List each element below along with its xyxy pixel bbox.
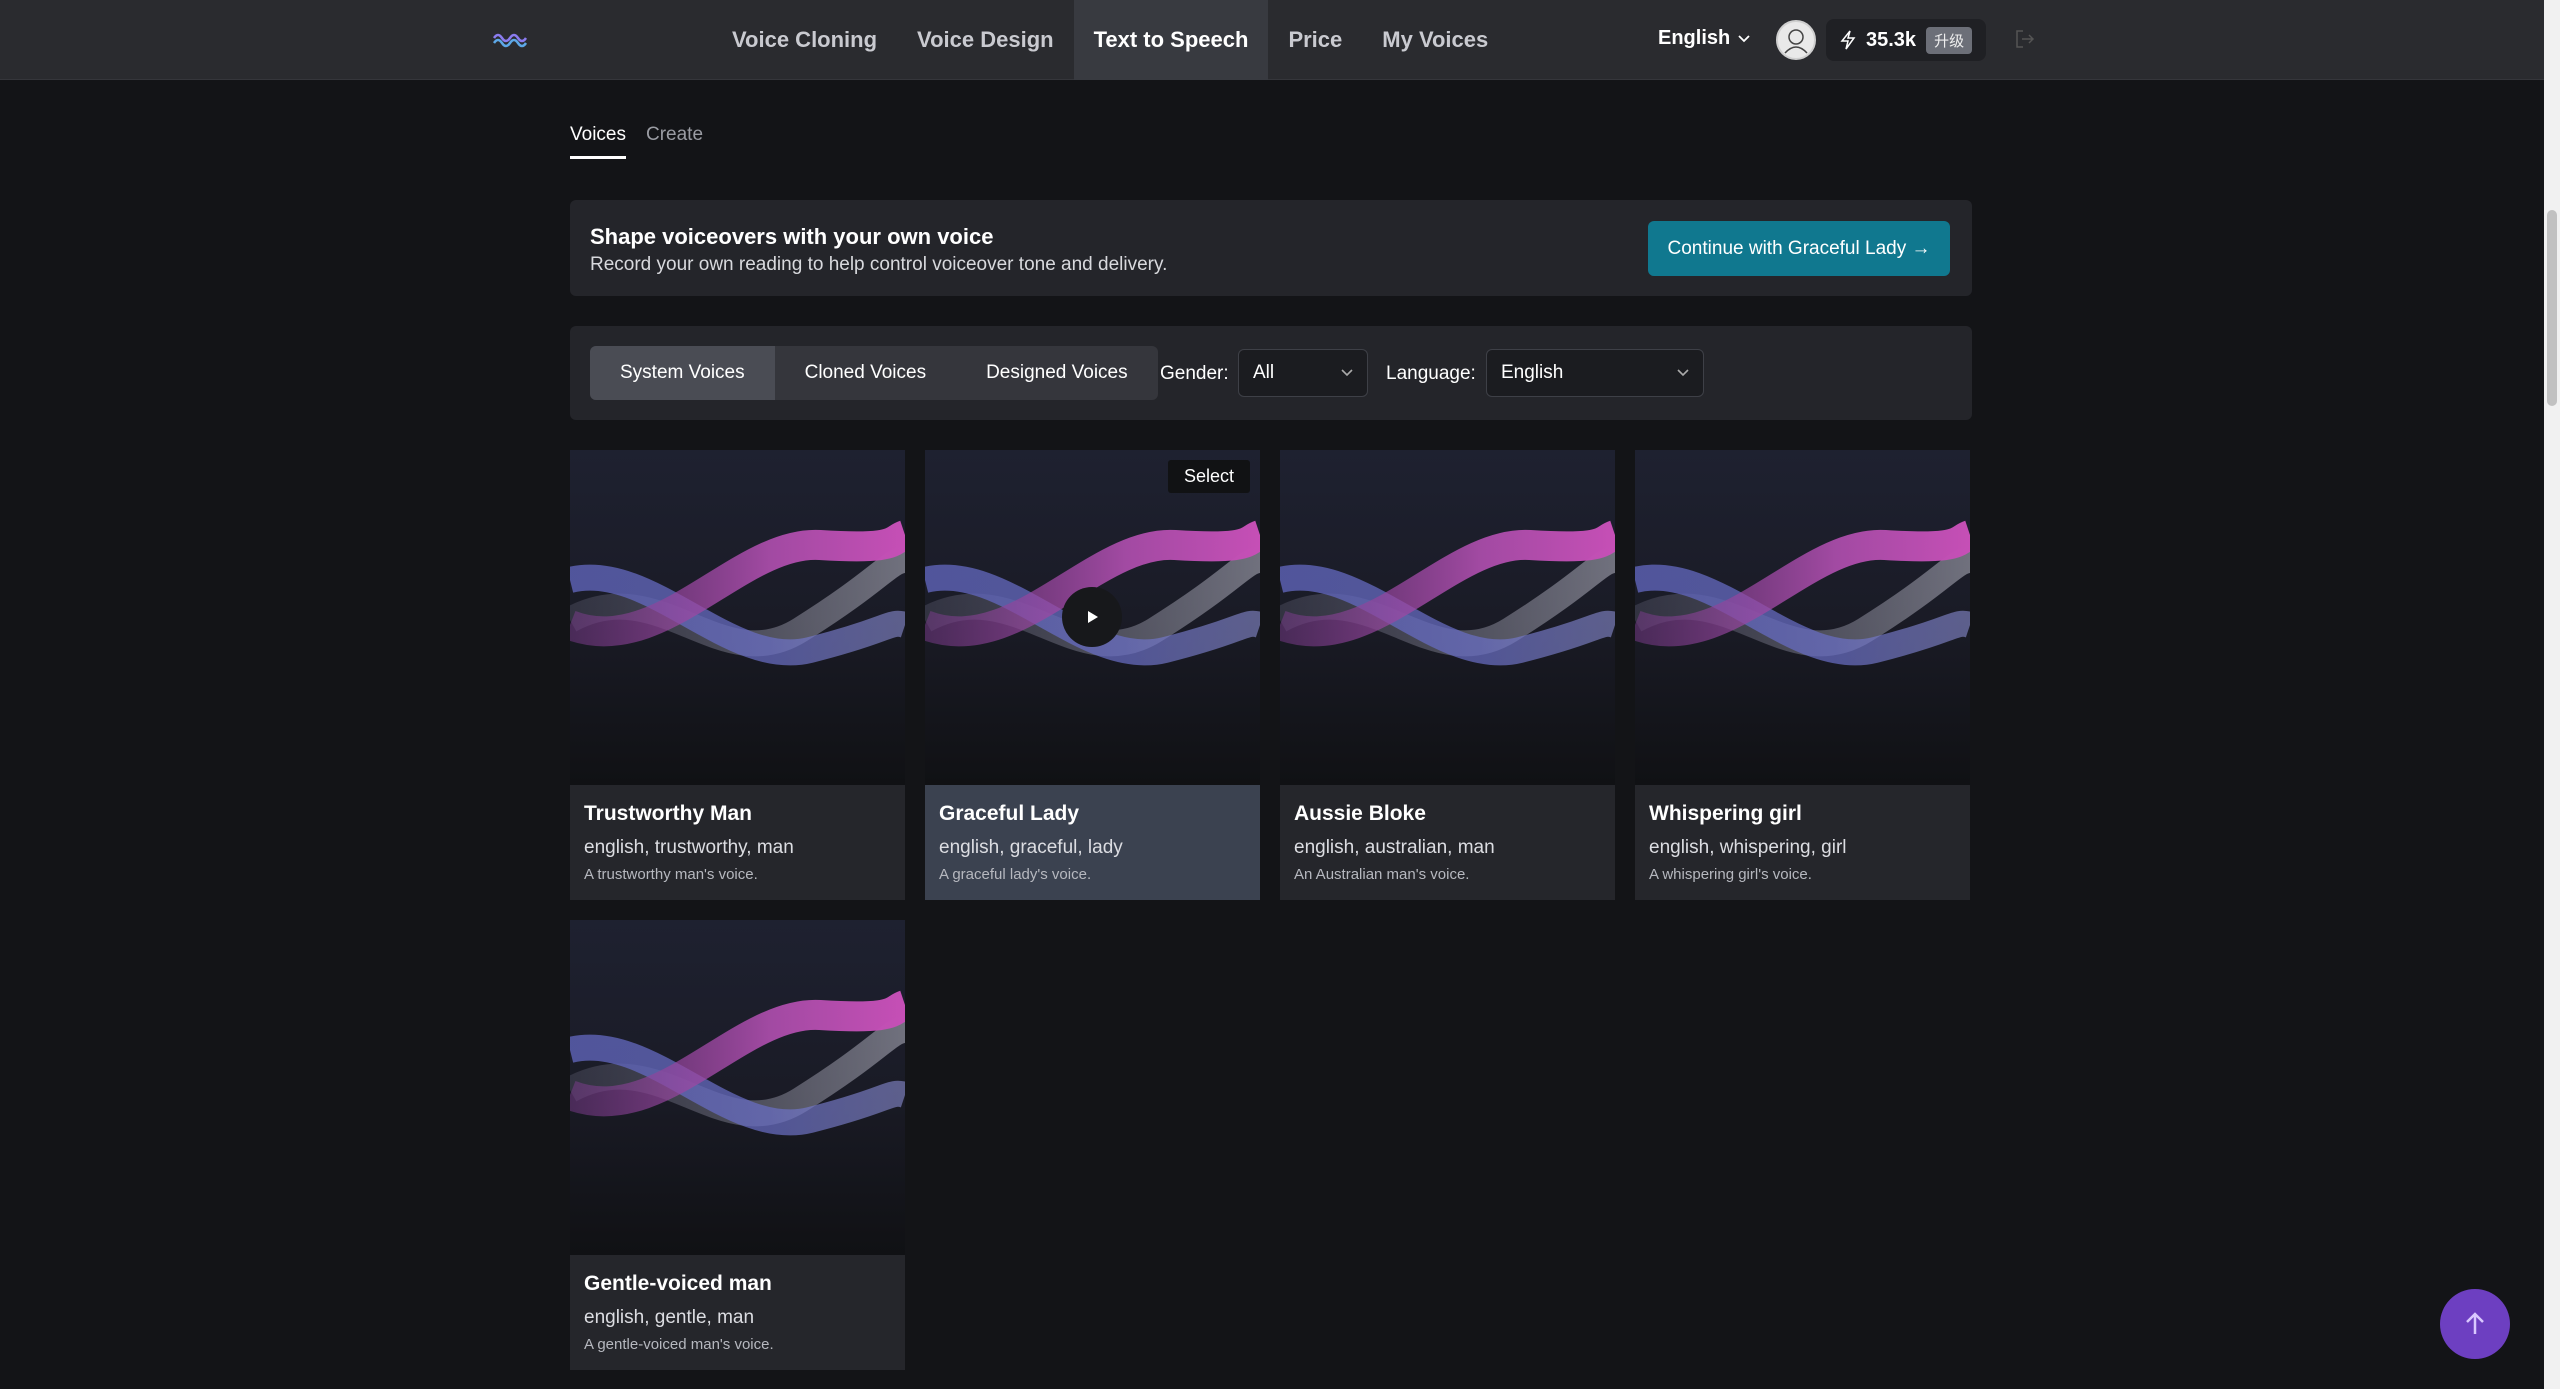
logout-icon[interactable]	[2014, 28, 2036, 50]
play-icon	[1088, 611, 1098, 623]
nav-voice-cloning[interactable]: Voice Cloning	[712, 0, 897, 80]
top-navigation-bar: Voice Cloning Voice Design Text to Speec…	[0, 0, 2544, 80]
language-select[interactable]: English	[1486, 349, 1704, 397]
voice-description: A gentle-voiced man's voice.	[584, 1336, 774, 1353]
gender-select-value: All	[1253, 362, 1275, 383]
voice-name: Whispering girl	[1649, 802, 1802, 825]
gender-label: Gender:	[1160, 363, 1229, 384]
upgrade-badge[interactable]: 升级	[1926, 26, 1973, 54]
logo-wave-icon[interactable]	[492, 26, 528, 54]
language-label: Language:	[1386, 363, 1476, 384]
language-selector[interactable]: English	[1658, 27, 1750, 50]
voice-card-trustworthy-man[interactable]: Trustworthy Man english, trustworthy, ma…	[570, 450, 905, 900]
voice-tags: english, gentle, man	[584, 1307, 755, 1328]
tab-voices[interactable]: Voices	[570, 124, 626, 159]
banner-title: Shape voiceovers with your own voice	[590, 224, 994, 249]
voice-card-gentle-voiced-man[interactable]: Gentle-voiced man english, gentle, man A…	[570, 920, 905, 1370]
voice-tags: english, australian, man	[1294, 837, 1495, 858]
continue-button[interactable]: Continue with Graceful Lady →	[1648, 221, 1950, 276]
tab-create[interactable]: Create	[646, 124, 703, 159]
voice-wave-artwork	[1635, 450, 1970, 785]
chevron-down-icon	[1341, 369, 1353, 377]
nav-voice-design[interactable]: Voice Design	[897, 0, 1074, 80]
segment-cloned-voices[interactable]: Cloned Voices	[775, 346, 956, 400]
voice-type-segmented-control: System Voices Cloned Voices Designed Voi…	[590, 346, 1158, 400]
language-select-value: English	[1501, 362, 1564, 383]
play-preview-button[interactable]	[1062, 587, 1122, 647]
voice-card-graceful-lady[interactable]: Select Graceful Lady english, graceful, …	[925, 450, 1260, 900]
voice-wave-artwork	[570, 450, 905, 785]
voice-tags: english, graceful, lady	[939, 837, 1123, 858]
chevron-down-icon	[1677, 369, 1689, 377]
voice-card-aussie-bloke[interactable]: Aussie Bloke english, australian, man An…	[1280, 450, 1615, 900]
page-scrollbar[interactable]	[2544, 0, 2560, 1389]
voice-wave-artwork	[570, 920, 905, 1255]
language-selector-label: English	[1658, 27, 1731, 49]
segment-designed-voices[interactable]: Designed Voices	[956, 346, 1158, 400]
chevron-down-icon	[1738, 34, 1750, 42]
gender-select[interactable]: All	[1238, 349, 1368, 397]
credits-display[interactable]: 35.3k 升级	[1826, 19, 1987, 61]
voice-tags: english, trustworthy, man	[584, 837, 794, 858]
voice-name: Graceful Lady	[939, 802, 1080, 825]
credits-value: 35.3k	[1866, 28, 1917, 51]
main-nav: Voice Cloning Voice Design Text to Speec…	[712, 0, 1508, 80]
user-avatar-icon	[1784, 29, 1808, 54]
voice-description: A graceful lady's voice.	[939, 866, 1092, 883]
scroll-to-top-button[interactable]	[2440, 1289, 2510, 1359]
scrollbar-thumb[interactable]	[2547, 210, 2557, 406]
voiceover-banner: Shape voiceovers with your own voice Rec…	[570, 200, 1972, 296]
voice-card-whispering-girl[interactable]: Whispering girl english, whispering, gir…	[1635, 450, 1970, 900]
arrow-up-icon	[2466, 1312, 2484, 1334]
voice-description: A whispering girl's voice.	[1649, 866, 1812, 883]
voice-name: Aussie Bloke	[1294, 802, 1426, 825]
subtabs: Voices Create	[570, 124, 703, 159]
select-voice-button[interactable]: Select	[1167, 460, 1250, 493]
voice-description: An Australian man's voice.	[1294, 866, 1470, 883]
nav-text-to-speech[interactable]: Text to Speech	[1073, 0, 1269, 80]
voice-name: Gentle-voiced man	[584, 1272, 772, 1295]
voice-description: A trustworthy man's voice.	[584, 866, 758, 883]
lightning-icon	[1840, 30, 1856, 50]
voice-filters: System Voices Cloned Voices Designed Voi…	[570, 326, 1972, 420]
avatar[interactable]	[1776, 20, 1816, 60]
nav-my-voices[interactable]: My Voices	[1362, 0, 1508, 80]
banner-description: Record your own reading to help control …	[590, 254, 1168, 275]
voice-name: Trustworthy Man	[584, 802, 753, 825]
nav-price[interactable]: Price	[1268, 0, 1362, 80]
voice-tags: english, whispering, girl	[1649, 837, 1847, 858]
segment-system-voices[interactable]: System Voices	[590, 346, 775, 400]
voice-wave-artwork	[1280, 450, 1615, 785]
